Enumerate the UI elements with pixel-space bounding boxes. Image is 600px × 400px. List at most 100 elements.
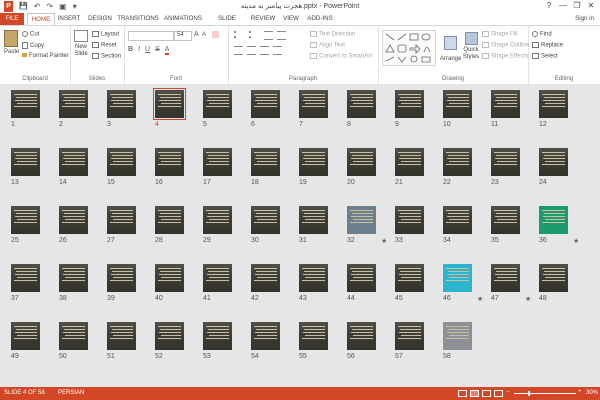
slide-thumbnail[interactable] xyxy=(107,206,136,234)
slide-thumbnail[interactable] xyxy=(11,90,40,118)
font-size-box[interactable]: 54 xyxy=(174,31,192,41)
slide-thumbnail[interactable] xyxy=(11,264,40,292)
shape-outline-button[interactable]: Shape Outline xyxy=(482,42,529,49)
slide-thumbnail[interactable] xyxy=(153,88,186,120)
slide-thumbnail[interactable] xyxy=(59,264,88,292)
slide-thumbnail[interactable] xyxy=(299,322,328,350)
underline-icon[interactable]: U xyxy=(145,46,150,55)
animation-star-icon[interactable]: ★ xyxy=(477,295,483,303)
shape-effects-button[interactable]: Shape Effects xyxy=(482,53,528,60)
bullets-icon[interactable] xyxy=(234,31,245,38)
slide-thumbnail[interactable] xyxy=(539,264,568,292)
paste-button[interactable]: Paste xyxy=(4,30,19,55)
italic-icon[interactable]: I xyxy=(138,46,140,55)
sign-in-link[interactable]: Sign in xyxy=(575,15,594,22)
slide-thumbnail[interactable] xyxy=(11,322,40,350)
tab-view[interactable]: VIEW xyxy=(280,13,302,25)
cut-button[interactable]: Cut xyxy=(22,31,39,38)
layout-button[interactable]: Layout xyxy=(92,31,119,38)
align-left-icon[interactable] xyxy=(234,46,243,55)
slide-thumbnail[interactable] xyxy=(251,148,280,176)
slide-thumbnail[interactable] xyxy=(203,148,232,176)
slide-thumbnail[interactable] xyxy=(155,264,184,292)
slide-thumbnail[interactable] xyxy=(395,322,424,350)
slide-thumbnail[interactable] xyxy=(347,90,376,118)
slide-thumbnail[interactable] xyxy=(59,322,88,350)
animation-star-icon[interactable]: ★ xyxy=(573,237,579,245)
slide-thumbnail[interactable] xyxy=(107,322,136,350)
zoom-out-button[interactable]: − xyxy=(506,389,510,395)
tab-add-ins[interactable]: ADD-INS xyxy=(305,13,335,25)
slide-thumbnail[interactable] xyxy=(59,148,88,176)
slide-thumbnail[interactable] xyxy=(395,148,424,176)
language-status[interactable]: PERSIAN xyxy=(58,390,84,396)
decrease-indent-icon[interactable] xyxy=(264,31,273,40)
tab-slide-show[interactable]: SLIDE SHOW xyxy=(208,13,246,34)
slide-thumbnail[interactable] xyxy=(395,206,424,234)
align-text-button[interactable]: Align Text xyxy=(310,42,345,49)
tab-home[interactable]: HOME xyxy=(27,13,55,25)
slide-thumbnail[interactable] xyxy=(107,264,136,292)
tab-design[interactable]: DESIGN xyxy=(86,13,114,25)
align-right-icon[interactable] xyxy=(260,46,269,55)
align-center-icon[interactable] xyxy=(247,46,256,55)
bold-icon[interactable]: B xyxy=(128,46,133,55)
zoom-slider[interactable] xyxy=(514,393,576,394)
font-color-icon[interactable]: A xyxy=(164,46,170,55)
shape-fill-button[interactable]: Shape Fill xyxy=(482,31,518,38)
tab-animations[interactable]: ANIMATIONS xyxy=(163,13,203,25)
reset-button[interactable]: Reset xyxy=(92,42,117,49)
slide-thumbnail[interactable] xyxy=(347,322,376,350)
slide-thumbnail[interactable] xyxy=(299,206,328,234)
tab-transitions[interactable]: TRANSITIONS xyxy=(117,13,159,25)
tab-file[interactable]: FILE xyxy=(0,13,24,25)
slide-thumbnail[interactable] xyxy=(347,206,376,234)
slide-thumbnail[interactable] xyxy=(203,322,232,350)
slide-thumbnail[interactable] xyxy=(395,90,424,118)
slideshow-view-icon[interactable] xyxy=(494,390,503,397)
slide-thumbnail[interactable] xyxy=(107,148,136,176)
slide-thumbnail[interactable] xyxy=(59,90,88,118)
grow-font-icon[interactable]: A xyxy=(194,31,199,38)
slide-thumbnail[interactable] xyxy=(299,264,328,292)
select-button[interactable]: Select xyxy=(532,53,558,60)
slide-thumbnail[interactable] xyxy=(491,148,520,176)
reading-view-icon[interactable] xyxy=(482,390,491,397)
slide-thumbnail[interactable] xyxy=(395,264,424,292)
tab-review[interactable]: REVIEW xyxy=(250,13,276,25)
slide-thumbnail[interactable] xyxy=(155,322,184,350)
slide-thumbnail[interactable] xyxy=(11,148,40,176)
slide-thumbnail[interactable] xyxy=(251,264,280,292)
shapes-gallery[interactable] xyxy=(382,30,436,66)
new-slide-button[interactable]: New Slide xyxy=(73,30,89,58)
slide-thumbnail[interactable] xyxy=(347,148,376,176)
slide-thumbnail[interactable] xyxy=(299,148,328,176)
help-icon[interactable]: ? xyxy=(542,0,556,12)
slide-thumbnail[interactable] xyxy=(11,206,40,234)
font-name-box[interactable] xyxy=(128,31,174,41)
numbering-icon[interactable] xyxy=(249,31,260,38)
normal-view-icon[interactable] xyxy=(458,390,467,397)
animation-star-icon[interactable]: ★ xyxy=(525,295,531,303)
minimize-button[interactable]: — xyxy=(556,0,570,12)
slide-thumbnail[interactable] xyxy=(539,206,568,234)
tab-insert[interactable]: INSERT xyxy=(56,13,82,25)
format-painter-button[interactable]: Format Painter xyxy=(22,53,69,59)
zoom-level[interactable]: 30% xyxy=(586,390,598,396)
copy-button[interactable]: Copy xyxy=(22,42,44,49)
shrink-font-icon[interactable]: A xyxy=(202,32,206,38)
slide-thumbnail[interactable] xyxy=(107,90,136,118)
slide-thumbnail[interactable] xyxy=(59,206,88,234)
convert-smartart-button[interactable]: Convert to SmartArt xyxy=(310,53,372,60)
slide-thumbnail[interactable] xyxy=(347,264,376,292)
slide-thumbnail[interactable] xyxy=(491,90,520,118)
strikethrough-icon[interactable]: S xyxy=(155,46,160,55)
slide-thumbnail[interactable] xyxy=(251,206,280,234)
replace-button[interactable]: Replace xyxy=(532,42,563,49)
slide-thumbnail[interactable] xyxy=(539,148,568,176)
slide-thumbnail[interactable] xyxy=(491,206,520,234)
arrange-button[interactable]: Arrange xyxy=(440,36,461,62)
slide-thumbnail[interactable] xyxy=(203,90,232,118)
slide-sorter[interactable]: 1 2 3 4 5 6 7 8 9 10 11 12 13 14 15 16 17 18 19 20 21 22 23 24 2… xyxy=(0,84,600,387)
slide-thumbnail[interactable] xyxy=(443,206,472,234)
